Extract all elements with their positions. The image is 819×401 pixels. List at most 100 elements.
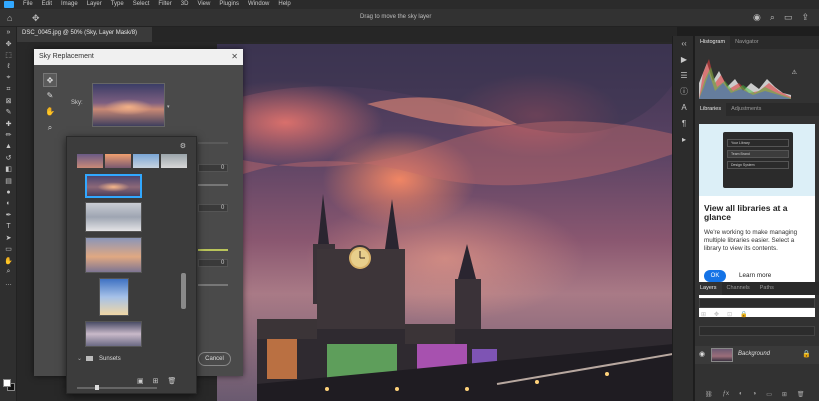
gradient-icon[interactable]: ▤ [0, 175, 17, 186]
collapse-icon[interactable]: ‹‹ [673, 36, 695, 52]
type-icon[interactable]: T [0, 221, 17, 232]
hand-icon[interactable]: ✋ [43, 105, 57, 119]
menu-edit[interactable]: Edit [42, 0, 52, 9]
sky-brush-icon[interactable]: ✎ [43, 89, 57, 103]
zoom-icon[interactable]: ⌕ [0, 266, 17, 277]
chevron-down-icon[interactable]: ▾ [167, 104, 170, 110]
menu-plugins[interactable]: Plugins [219, 0, 239, 9]
sky-folder-thumb[interactable] [77, 154, 103, 168]
crop-icon[interactable]: ⌗ [0, 84, 17, 95]
stamp-icon[interactable]: ▲ [0, 141, 17, 152]
sky-thumbnail[interactable] [85, 202, 142, 232]
healing-icon[interactable]: ✚ [0, 118, 17, 129]
tab-histogram[interactable]: Histogram [695, 36, 731, 49]
collapse-icon[interactable]: » [0, 27, 17, 38]
link-icon[interactable]: ⛓ [705, 391, 713, 401]
sky-folder-thumb[interactable] [161, 154, 187, 168]
menu-type[interactable]: Type [111, 0, 124, 9]
sky-thumbnail-selected[interactable] [85, 174, 142, 198]
tab-channels[interactable]: Channels [722, 282, 755, 295]
pen-icon[interactable]: ✒ [0, 209, 17, 220]
dodge-icon[interactable]: ◐ [0, 198, 17, 209]
lock-all-icon[interactable]: 🔒 [740, 311, 747, 321]
menu-3d[interactable]: 3D [181, 0, 189, 9]
adjust-slider-1[interactable] [198, 142, 228, 144]
menu-file[interactable]: File [23, 0, 33, 9]
properties-icon[interactable]: ☰ [673, 68, 695, 84]
rectangle-icon[interactable]: ▭ [0, 243, 17, 254]
artboard-icon[interactable]: ⊡ [727, 311, 732, 321]
dialog-titlebar[interactable]: Sky Replacement ✕ [34, 49, 243, 65]
path-select-icon[interactable]: ➤ [0, 232, 17, 243]
tab-libraries[interactable]: Libraries [695, 103, 727, 116]
layer-row-background[interactable]: ◉ Background 🔒 [695, 346, 819, 364]
home-icon[interactable]: ⌂ [7, 13, 12, 23]
move-icon[interactable]: ✥ [0, 38, 17, 49]
value-field-1[interactable]: 0 [198, 164, 228, 172]
workspace-icon[interactable]: ▭ [784, 12, 793, 23]
document-tab[interactable]: DSC_0045.jpg @ 50% (Sky, Layer Mask/8) [17, 27, 152, 42]
folder-row-sunsets[interactable]: ⌄ Sunsets [77, 353, 181, 365]
close-icon[interactable]: ✕ [231, 52, 238, 61]
value-field-3[interactable]: 0 [198, 259, 228, 267]
adjust-slider-4[interactable] [198, 284, 228, 286]
frame-icon[interactable]: ⊠ [0, 95, 17, 106]
sky-thumbnail[interactable] [85, 237, 142, 273]
more-tools-icon[interactable]: … [0, 278, 17, 289]
user-icon[interactable]: ◉ [753, 12, 761, 23]
adjust-slider-2[interactable] [198, 184, 228, 186]
move-tool-icon[interactable]: ✥ [32, 13, 40, 24]
ok-button[interactable]: OK [704, 270, 726, 282]
paragraph-icon[interactable]: ¶ [673, 116, 695, 132]
hand-icon[interactable]: ✋ [0, 255, 17, 266]
value-field-2[interactable]: 0 [198, 204, 228, 212]
lock-pixels-icon[interactable]: ⊞ [701, 311, 706, 321]
sky-folder-thumb[interactable] [133, 154, 159, 168]
eyedropper-icon[interactable]: ✎ [0, 107, 17, 118]
foreground-color-swatch[interactable] [3, 379, 11, 387]
menu-select[interactable]: Select [133, 0, 150, 9]
object-select-icon[interactable]: ⌖ [0, 73, 17, 84]
actions-icon[interactable]: ▸ [673, 132, 695, 148]
learn-icon[interactable]: ▶ [673, 52, 695, 68]
visibility-eye-icon[interactable]: ◉ [699, 350, 705, 358]
mask-icon[interactable]: ◐ [739, 391, 743, 401]
new-layer-icon[interactable]: ⊞ [782, 391, 787, 401]
learn-more-link[interactable]: Learn more [739, 272, 771, 279]
info-icon[interactable]: ⓘ [673, 84, 695, 100]
tab-navigator[interactable]: Navigator [730, 36, 764, 49]
sky-thumbnail[interactable] [85, 321, 142, 347]
adjust-slider-3[interactable] [198, 249, 228, 251]
menu-help[interactable]: Help [278, 0, 290, 9]
gear-icon[interactable]: ⚙ [180, 142, 186, 150]
brush-icon[interactable]: ✏ [0, 130, 17, 141]
menu-image[interactable]: Image [61, 0, 78, 9]
sky-thumbnail[interactable] [99, 278, 129, 316]
layer-filter-field[interactable] [699, 298, 815, 308]
adjustment-icon[interactable]: ◑ [753, 391, 757, 401]
share-icon[interactable]: ⇪ [801, 12, 809, 23]
lock-position-icon[interactable]: ✥ [714, 311, 719, 321]
character-icon[interactable]: A [673, 100, 695, 116]
cancel-button[interactable]: Cancel [198, 352, 231, 366]
blend-mode-field[interactable] [699, 326, 815, 336]
sky-move-icon[interactable]: ✥ [43, 73, 57, 87]
lasso-icon[interactable]: ℓ [0, 61, 17, 72]
warning-icon[interactable]: ⚠ [792, 69, 797, 76]
menu-view[interactable]: View [197, 0, 210, 9]
document-image[interactable] [217, 44, 672, 401]
zoom-icon[interactable]: ⌕ [43, 121, 57, 135]
tab-paths[interactable]: Paths [755, 282, 779, 295]
sky-preview-thumbnail[interactable] [92, 83, 165, 127]
history-brush-icon[interactable]: ↺ [0, 152, 17, 163]
menu-window[interactable]: Window [248, 0, 269, 9]
fx-icon[interactable]: ƒx [723, 391, 729, 401]
scrollbar[interactable] [181, 273, 186, 309]
marquee-icon[interactable]: ⬚ [0, 50, 17, 61]
tab-layers[interactable]: Layers [695, 282, 722, 295]
menu-filter[interactable]: Filter [158, 0, 171, 9]
tab-adjustments[interactable]: Adjustments [726, 103, 766, 116]
new-folder-icon[interactable]: ▣ [137, 377, 144, 385]
trash-icon[interactable]: 🗑 [168, 377, 177, 385]
blur-icon[interactable]: ● [0, 186, 17, 197]
